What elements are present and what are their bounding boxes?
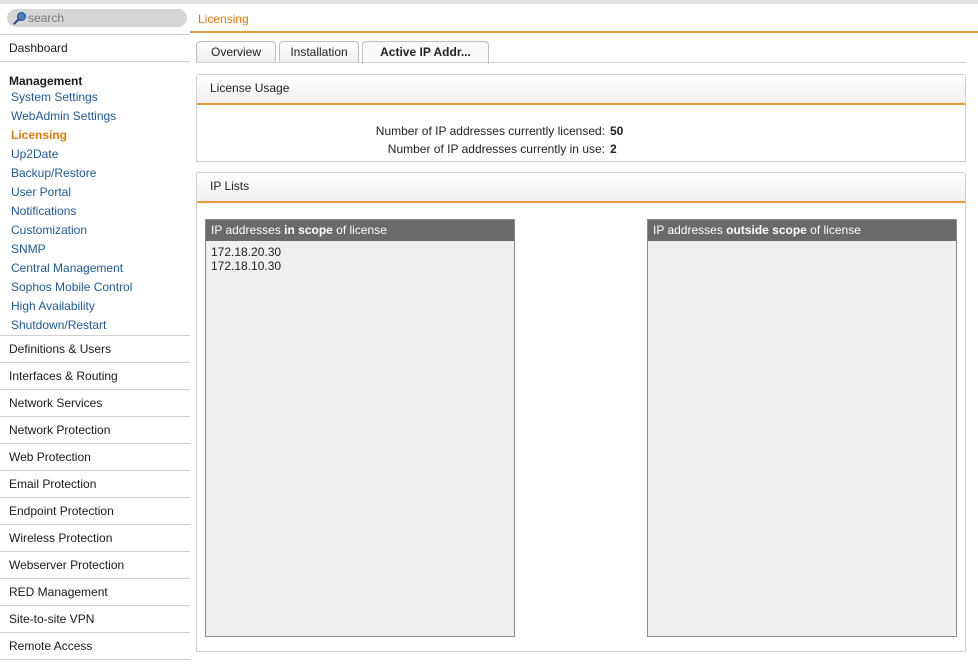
out-of-scope-list[interactable]: IP addresses outside scope of license: [647, 219, 957, 637]
sidebar: Dashboard Management System Settings Web…: [0, 4, 190, 665]
sidebar-item-sophos-mobile-control[interactable]: Sophos Mobile Control: [11, 280, 132, 294]
sidebar-item-notifications[interactable]: Notifications: [11, 204, 76, 218]
tab-overview[interactable]: Overview: [196, 41, 276, 63]
divider: [0, 335, 190, 336]
sidebar-item-email-protection[interactable]: Email Protection: [0, 477, 190, 491]
licensed-count-value: 50: [610, 124, 624, 138]
in-use-count-value: 2: [610, 142, 617, 156]
in-scope-list-header: IP addresses in scope of license: [206, 220, 514, 241]
sidebar-item-interfaces-routing[interactable]: Interfaces & Routing: [0, 369, 190, 383]
sidebar-item-web-protection[interactable]: Web Protection: [0, 450, 190, 464]
sidebar-item-definitions-users[interactable]: Definitions & Users: [0, 342, 190, 356]
tab-active-ip-addresses[interactable]: Active IP Addr...: [362, 41, 489, 64]
sidebar-item-dashboard[interactable]: Dashboard: [0, 41, 190, 55]
divider: [0, 578, 190, 579]
sidebar-item-network-services[interactable]: Network Services: [0, 396, 190, 410]
out-of-scope-list-header: IP addresses outside scope of license: [648, 220, 956, 241]
list-item[interactable]: 172.18.10.30: [206, 259, 514, 273]
sidebar-item-up2date[interactable]: Up2Date: [11, 147, 58, 161]
page-title: Licensing: [198, 12, 249, 26]
sidebar-item-system-settings[interactable]: System Settings: [11, 90, 98, 104]
divider: [0, 605, 190, 606]
license-usage-panel: License Usage Number of IP addresses cur…: [196, 74, 966, 162]
sidebar-item-snmp[interactable]: SNMP: [11, 242, 46, 256]
sidebar-item-site-to-site-vpn[interactable]: Site-to-site VPN: [0, 612, 190, 626]
in-use-count-label: Number of IP addresses currently in use:: [387, 142, 605, 156]
in-scope-list[interactable]: IP addresses in scope of license 172.18.…: [205, 219, 515, 637]
sidebar-item-webadmin-settings[interactable]: WebAdmin Settings: [11, 109, 116, 123]
sidebar-item-webserver-protection[interactable]: Webserver Protection: [0, 558, 190, 572]
divider: [0, 551, 190, 552]
sidebar-item-user-portal[interactable]: User Portal: [11, 185, 71, 199]
divider: [0, 443, 190, 444]
search-icon: [13, 12, 26, 25]
sidebar-item-network-protection[interactable]: Network Protection: [0, 423, 190, 437]
sidebar-item-red-management[interactable]: RED Management: [0, 585, 190, 599]
search-box[interactable]: [7, 9, 187, 27]
divider: [0, 524, 190, 525]
tab-installation[interactable]: Installation: [279, 41, 359, 63]
sidebar-item-central-management[interactable]: Central Management: [11, 261, 123, 275]
main-content: Licensing Overview Installation Active I…: [190, 4, 978, 665]
divider: [0, 497, 190, 498]
ip-lists-panel: IP Lists IP addresses in scope of licens…: [196, 172, 966, 652]
divider: [0, 632, 190, 633]
title-underline: [190, 31, 978, 33]
divider: [0, 61, 190, 62]
sidebar-item-high-availability[interactable]: High Availability: [11, 299, 95, 313]
licensed-count-label: Number of IP addresses currently license…: [375, 124, 605, 138]
sidebar-item-customization[interactable]: Customization: [11, 223, 87, 237]
sidebar-item-endpoint-protection[interactable]: Endpoint Protection: [0, 504, 190, 518]
divider: [0, 362, 190, 363]
sidebar-item-backup-restore[interactable]: Backup/Restore: [11, 166, 96, 180]
divider: [0, 659, 190, 660]
sidebar-item-wireless-protection[interactable]: Wireless Protection: [0, 531, 190, 545]
divider: [0, 416, 190, 417]
divider: [0, 470, 190, 471]
list-item[interactable]: 172.18.20.30: [206, 245, 514, 259]
tabs-baseline: [196, 62, 966, 63]
divider: [0, 389, 190, 390]
license-usage-title: License Usage: [197, 75, 965, 105]
divider: [0, 34, 190, 35]
sidebar-item-remote-access[interactable]: Remote Access: [0, 639, 190, 653]
search-input[interactable]: [28, 9, 178, 27]
sidebar-item-licensing[interactable]: Licensing: [11, 128, 67, 142]
sidebar-section-management[interactable]: Management: [9, 74, 82, 88]
ip-lists-title: IP Lists: [197, 173, 965, 203]
sidebar-item-shutdown-restart[interactable]: Shutdown/Restart: [11, 318, 106, 332]
